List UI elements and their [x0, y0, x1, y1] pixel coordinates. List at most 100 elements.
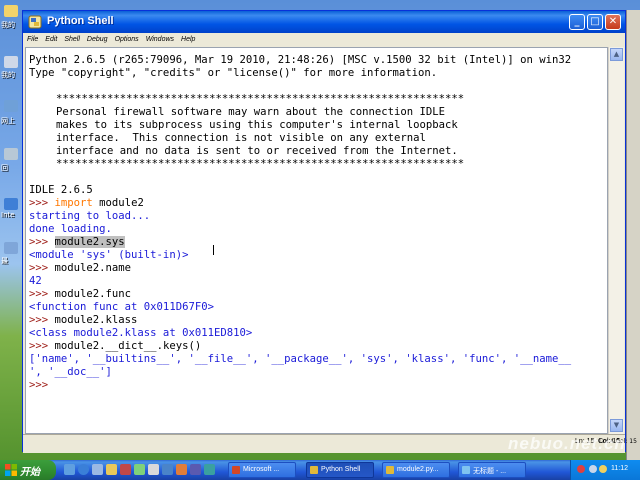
quicklaunch-app7-icon[interactable] — [204, 464, 215, 475]
network-icon[interactable] — [577, 465, 585, 473]
firewall-line-1: Personal firewall software may warn abou… — [56, 106, 446, 118]
python-shell-window: Python Shell _ □ ✕ File Edit Shell Debug Opt… — [22, 10, 626, 453]
menu-bar: File Edit Shell Debug Options Windows Help — [23, 33, 625, 47]
shell-prompt: >>> — [29, 314, 55, 326]
internet-explorer-icon[interactable] — [4, 198, 18, 210]
windows-logo-icon — [5, 464, 17, 476]
desktop-icon-label: 网上 — [1, 117, 15, 125]
idle-version: IDLE 2.6.5 — [29, 184, 93, 196]
shortcut-icon[interactable] — [4, 242, 18, 254]
task-button-python-shell[interactable]: Python Shell — [306, 462, 374, 478]
output-line: ', '__doc__'] — [29, 366, 112, 378]
recycle-bin-icon[interactable] — [4, 148, 18, 160]
quicklaunch-media-icon[interactable] — [64, 464, 75, 475]
quicklaunch-folder-icon[interactable] — [106, 464, 117, 475]
output-line: ['name', '__builtins__', '__file__', '__… — [29, 353, 572, 365]
selected-input-text: module2.sys — [54, 236, 125, 248]
mouse-ibeam-cursor — [213, 245, 214, 255]
shell-text-area[interactable]: Python 2.6.5 (r265:79096, Mar 19 2010, 2… — [25, 47, 608, 434]
menu-edit[interactable]: Edit — [41, 33, 60, 43]
scroll-up-arrow[interactable]: ▲ — [610, 48, 623, 61]
input-text: module2.__dict__.keys() — [54, 340, 202, 352]
banner-info: Type "copyright", "credits" or "license(… — [29, 67, 438, 79]
window-title: Python Shell — [47, 15, 114, 27]
input-text: module2.func — [54, 288, 132, 300]
clock[interactable]: 11:12 — [611, 465, 628, 472]
volume-icon[interactable] — [589, 465, 597, 473]
shell-input-line: >>> module2.sys — [29, 236, 125, 249]
quicklaunch-app4-icon[interactable] — [162, 464, 173, 475]
title-bar[interactable]: Python Shell _ □ ✕ — [23, 11, 625, 33]
system-tray: 11:12 — [570, 460, 640, 480]
task-button-microsoft[interactable]: Microsoft ... — [228, 462, 296, 478]
shell-input-line: >>> module2.__dict__.keys() — [29, 340, 201, 353]
menu-windows[interactable]: Windows — [142, 33, 177, 43]
input-text: module2.name — [54, 262, 132, 274]
firewall-line-3: interface. This connection is not visibl… — [56, 132, 426, 144]
start-label: 开始 — [20, 467, 40, 478]
input-text: module2.klass — [54, 314, 138, 326]
shell-prompt: >>> — [29, 262, 55, 274]
shell-prompt: >>> — [29, 340, 55, 352]
task-button-label: 无标题 - ... — [473, 468, 507, 475]
desktop-icon-label: 我的 — [1, 71, 15, 79]
my-documents-icon[interactable] — [4, 5, 18, 17]
quicklaunch-app-icon[interactable] — [120, 464, 131, 475]
menu-help[interactable]: Help — [177, 33, 198, 43]
vertical-scrollbar[interactable]: ▲ ▼ — [608, 47, 624, 434]
input-text: module2 — [92, 197, 144, 209]
start-button[interactable]: 开始 — [0, 460, 56, 480]
shell-prompt: >>> — [29, 236, 55, 248]
task-button-label: Python Shell — [321, 466, 361, 473]
task-button-label: module2.py... — [397, 466, 439, 473]
my-computer-icon[interactable] — [4, 56, 18, 68]
output-line: 42 — [29, 275, 42, 287]
menu-debug[interactable]: Debug — [83, 33, 111, 43]
network-places-icon[interactable] — [4, 100, 18, 112]
shell-input-line: >>> module2.name — [29, 262, 131, 275]
python-file-icon — [386, 466, 394, 474]
shell-prompt: >>> — [29, 197, 55, 209]
menu-shell[interactable]: Shell — [60, 33, 83, 43]
output-line: starting to load... — [29, 210, 151, 222]
ime-icon[interactable] — [599, 465, 607, 473]
output-line: <function func at 0x011D67F0> — [29, 301, 214, 313]
firewall-line-4: interface and no data is sent to or rece… — [56, 145, 458, 157]
firewall-line-2: makes to its subprocess using this compu… — [56, 119, 458, 131]
desktop-icon-label: 最 — [1, 257, 8, 265]
quicklaunch-desktop-icon[interactable] — [92, 464, 103, 475]
task-button-label: Microsoft ... — [243, 466, 280, 473]
banner-version: Python 2.6.5 (r265:79096, Mar 19 2010, 2… — [29, 54, 572, 66]
maximize-button[interactable]: □ — [587, 14, 603, 30]
shell-input-line: >>> import module2 — [29, 197, 144, 210]
shell-input-line: >>> module2.klass — [29, 314, 137, 327]
close-button[interactable]: ✕ — [605, 14, 621, 30]
desktop-icon-label: 我的 — [1, 21, 15, 29]
output-line: <module 'sys' (built-in)> — [29, 249, 189, 261]
keyword-import: import — [54, 197, 93, 209]
task-button-module2[interactable]: module2.py... — [382, 462, 450, 478]
quicklaunch-ie-icon[interactable] — [78, 464, 89, 475]
quicklaunch-app2-icon[interactable] — [134, 464, 145, 475]
output-line: <class module2.klass at 0x011ED810> — [29, 327, 253, 339]
minimize-button[interactable]: _ — [569, 14, 585, 30]
firewall-stars-top: ****************************************… — [56, 93, 465, 105]
desktop-icon-column: 我的 我的 网上 回 Inte 最 — [0, 0, 22, 460]
scroll-down-arrow[interactable]: ▼ — [610, 419, 623, 432]
site-watermark: nebuo.net.cn — [508, 434, 626, 453]
quicklaunch-app3-icon[interactable] — [148, 464, 159, 475]
background-window-edge: Ln: 4 Col: 15 — [599, 10, 640, 462]
quicklaunch-app5-icon[interactable] — [176, 464, 187, 475]
shell-input-line: >>> module2.func — [29, 288, 131, 301]
shell-prompt: >>> — [29, 288, 55, 300]
firewall-stars-bottom: ****************************************… — [56, 158, 465, 170]
menu-options[interactable]: Options — [111, 33, 142, 43]
shell-prompt-current: >>> — [29, 379, 49, 391]
task-button-notepad[interactable]: 无标题 - ... — [458, 462, 526, 478]
taskbar: 开始 Microsoft ... Python Shell module2.py… — [0, 460, 640, 480]
menu-file[interactable]: File — [23, 33, 41, 43]
notepad-icon — [462, 466, 470, 474]
output-line: done loading. — [29, 223, 112, 235]
python-icon — [28, 15, 42, 29]
quicklaunch-app6-icon[interactable] — [190, 464, 201, 475]
